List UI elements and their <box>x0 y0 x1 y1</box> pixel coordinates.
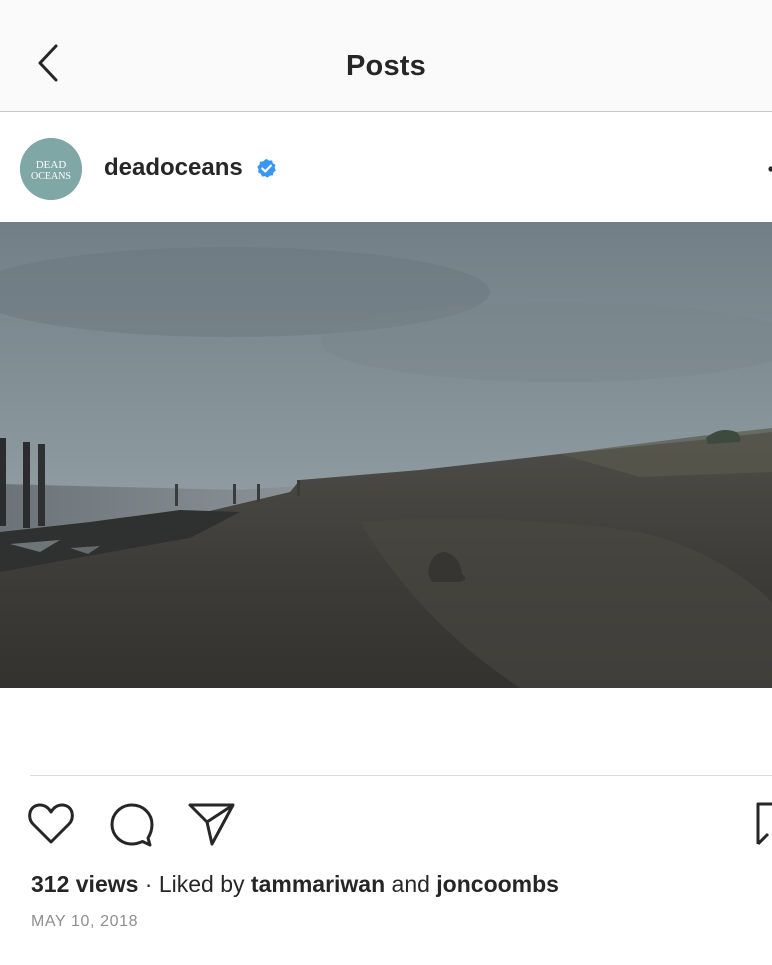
liked-by-user-1[interactable]: tammariwan <box>251 871 385 897</box>
send-icon <box>188 803 235 846</box>
verified-badge-icon <box>256 158 277 179</box>
more-options-button[interactable] <box>764 162 772 176</box>
views-count[interactable]: 312 views <box>31 871 138 897</box>
divider <box>30 775 772 776</box>
liked-by-user-2[interactable]: joncoombs <box>436 871 559 897</box>
username[interactable]: deadoceans <box>104 154 243 182</box>
share-button[interactable] <box>186 800 236 848</box>
bookmark-icon <box>756 802 772 846</box>
comment-icon <box>110 803 154 847</box>
post-date: MAY 10, 2018 <box>31 913 139 930</box>
like-button[interactable] <box>26 800 76 848</box>
post-header: DEAD OCEANS deadoceans <box>0 112 772 222</box>
more-icon <box>768 166 772 172</box>
heart-icon <box>28 803 74 844</box>
save-button[interactable] <box>754 800 772 848</box>
avatar-text-line2: OCEANS <box>31 171 71 182</box>
post-video[interactable] <box>0 222 772 688</box>
top-navigation-bar: Posts <box>0 0 772 112</box>
comment-button[interactable] <box>106 800 156 848</box>
and-label: and <box>385 871 437 897</box>
liked-by-label: · Liked by <box>138 871 251 897</box>
avatar[interactable]: DEAD OCEANS <box>20 138 82 200</box>
post-stats: 312 views · Liked by tammariwan and jonc… <box>31 871 559 898</box>
page-title: Posts <box>346 50 426 82</box>
avatar-text-line1: DEAD <box>36 159 67 171</box>
